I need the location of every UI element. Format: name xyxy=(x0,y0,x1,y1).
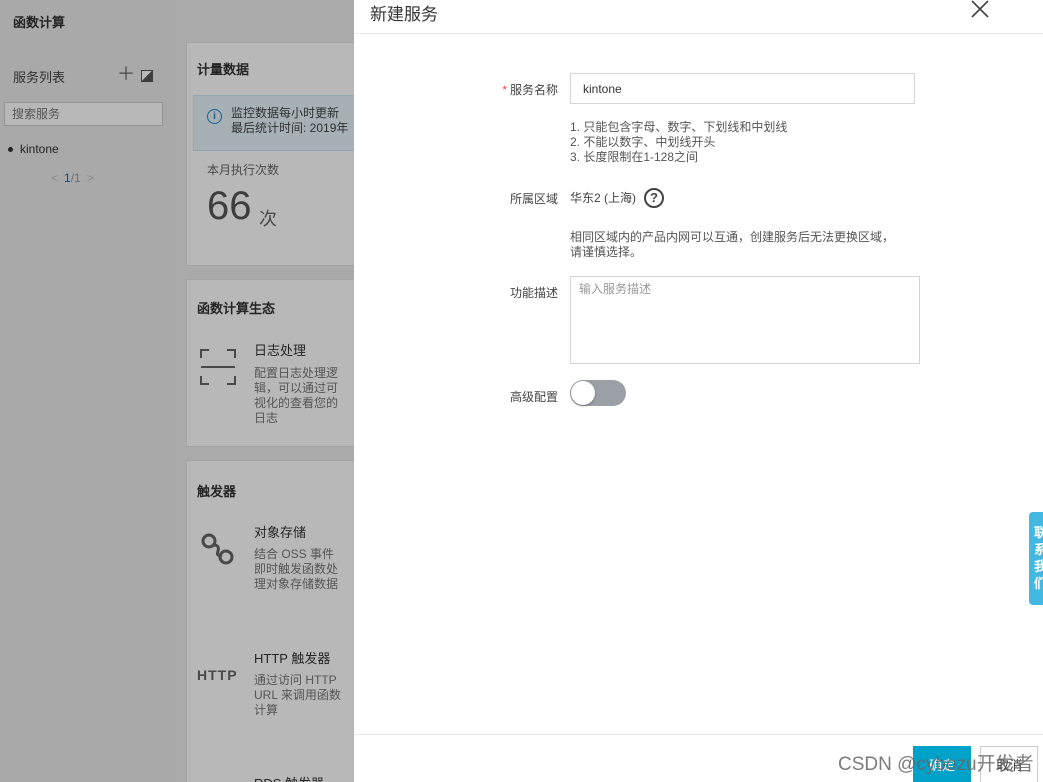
description-textarea[interactable] xyxy=(570,276,920,364)
description-label: 功能描述 xyxy=(509,286,558,300)
service-name-input[interactable] xyxy=(570,73,915,104)
contact-us-tab[interactable]: 联系我们 xyxy=(1029,512,1043,605)
advanced-config-label: 高级配置 xyxy=(509,390,558,404)
name-rule-2: 2. 不能以数字、中划线开头 xyxy=(570,135,716,149)
required-mark: * xyxy=(502,83,507,97)
csdn-watermark: CSDN @cybozu开发者 xyxy=(838,754,1034,775)
region-value: 华东2 (上海) xyxy=(570,191,637,205)
close-icon[interactable] xyxy=(968,0,992,21)
modal-overlay[interactable] xyxy=(0,0,354,782)
region-label: 所属区域 xyxy=(509,192,558,206)
drawer-header: 新建服务 xyxy=(354,0,1043,34)
help-icon[interactable]: ? xyxy=(644,188,664,208)
service-name-label-text: 服务名称 xyxy=(509,83,558,97)
region-note: 相同区域内的产品内网可以互通，创建服务后无法更换区域，请谨慎选择。 xyxy=(570,230,895,259)
create-service-drawer: 新建服务 *服务名称 1. 只能包含字母、数字、下划线和中划线 2. 不能以数字… xyxy=(354,0,1043,782)
drawer-title: 新建服务 xyxy=(370,5,438,24)
advanced-config-toggle[interactable] xyxy=(570,380,626,406)
toggle-knob xyxy=(571,381,595,405)
name-rule-1: 1. 只能包含字母、数字、下划线和中划线 xyxy=(570,120,788,134)
service-name-label: * 服务名称 xyxy=(502,81,558,98)
name-rules: 1. 只能包含字母、数字、下划线和中划线 2. 不能以数字、中划线开头 3. 长… xyxy=(570,120,787,165)
name-rule-3: 3. 长度限制在1-128之间 xyxy=(570,150,699,164)
